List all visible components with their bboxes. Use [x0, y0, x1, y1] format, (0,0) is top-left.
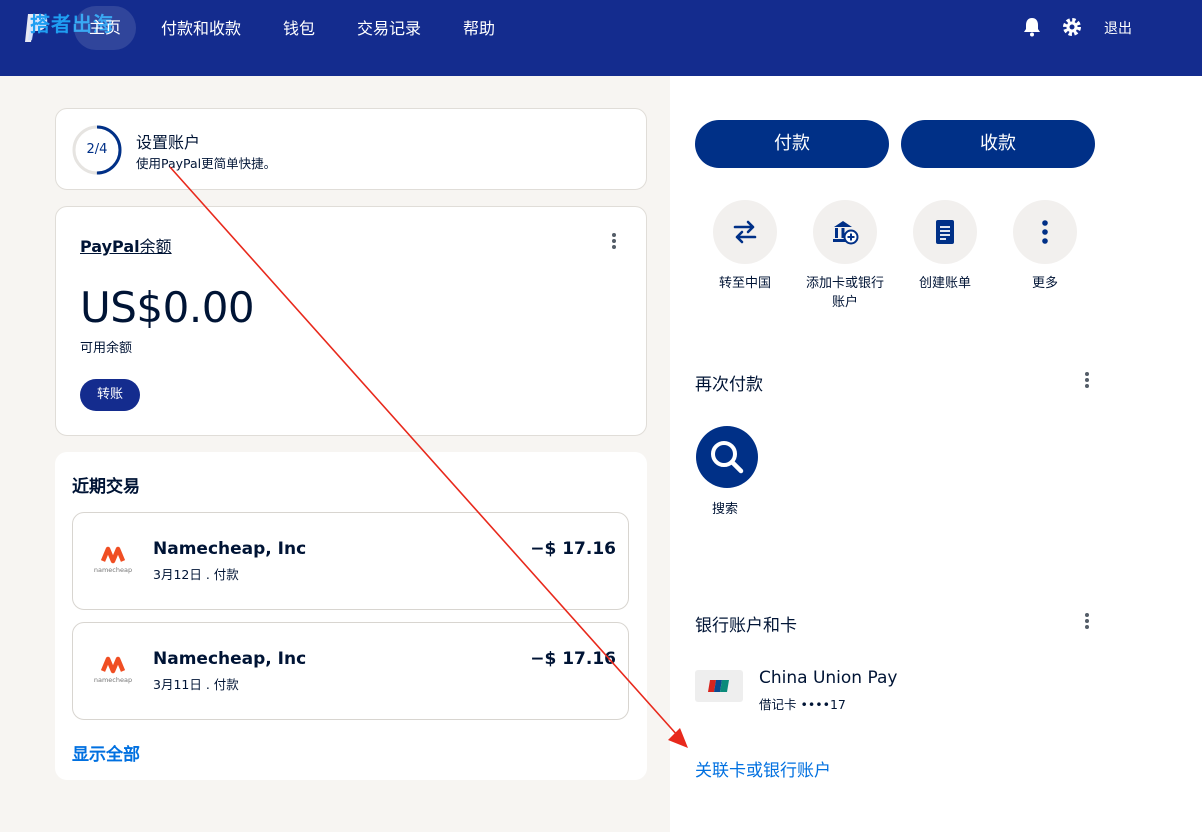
add-bank-icon	[833, 221, 859, 245]
banks-more-icon[interactable]	[1077, 611, 1097, 631]
balance-more-icon[interactable]	[604, 231, 624, 251]
quick-action-add-bank[interactable]: 添加卡或银行账户	[800, 200, 890, 312]
search-label: 搜索	[712, 502, 739, 517]
setup-account-card[interactable]: 2/4 设置账户 使用PayPal更简单快捷。	[55, 108, 647, 190]
setup-title: 设置账户	[136, 133, 201, 152]
transaction-amount: −$ 17.16	[530, 539, 616, 559]
quick-action-label: 转至中国	[718, 276, 771, 291]
bank-name[interactable]: China Union Pay	[759, 668, 897, 688]
top-nav: 搭者出海 主页 付款和收款 钱包 交易记录 帮助 退出	[0, 0, 1202, 76]
namecheap-logo-icon: namecheap	[93, 655, 133, 687]
nav-home[interactable]: 主页	[74, 6, 136, 50]
pay-button[interactable]: 付款	[695, 120, 889, 168]
quick-action-label: 添加卡或银行账户	[805, 276, 884, 310]
bell-icon[interactable]	[1021, 16, 1043, 38]
pay-again-more-icon[interactable]	[1077, 370, 1097, 390]
balance-title-brand: PayPal	[80, 237, 140, 256]
progress-text: 2/4	[86, 142, 108, 157]
nav-activity[interactable]: 交易记录	[357, 16, 421, 42]
pay-again-title: 再次付款	[695, 375, 763, 395]
quick-action-create-invoice[interactable]: 创建账单	[900, 200, 990, 293]
setup-subtitle: 使用PayPal更简单快捷。	[136, 156, 277, 171]
invoice-icon	[936, 220, 954, 244]
banks-cards-title: 银行账户和卡	[695, 616, 797, 636]
show-all-link[interactable]: 显示全部	[72, 740, 140, 765]
search-contact-button[interactable]	[696, 426, 758, 488]
quick-action-more[interactable]: 更多	[1000, 200, 1090, 293]
quick-action-label: 更多	[1031, 276, 1058, 291]
quick-action-label: 创建账单	[918, 276, 971, 291]
transaction-date: 3月12日 . 付款	[153, 567, 239, 582]
namecheap-logo-icon: namecheap	[93, 545, 133, 577]
nav-wallet[interactable]: 钱包	[283, 16, 315, 42]
logout-link[interactable]: 退出	[1104, 18, 1132, 38]
bank-card-detail: 借记卡 ••••17	[759, 697, 846, 712]
transaction-date: 3月11日 . 付款	[153, 677, 239, 692]
receive-button[interactable]: 收款	[901, 120, 1095, 168]
transfer-button[interactable]: 转账	[80, 379, 140, 411]
transfer-arrows-icon	[733, 220, 757, 244]
balance-title-suffix: 余额	[139, 237, 172, 256]
nav-payments[interactable]: 付款和收款	[161, 16, 241, 42]
transaction-amount: −$ 17.16	[530, 649, 616, 669]
left-column: 2/4 设置账户 使用PayPal更简单快捷。 PayPal余额 US$0.00…	[0, 76, 670, 832]
balance-label: 可用余额	[80, 341, 133, 356]
namecheap-logo-text: namecheap	[94, 676, 132, 684]
more-icon	[1042, 220, 1048, 244]
gear-icon[interactable]	[1061, 16, 1083, 38]
search-icon	[711, 441, 744, 474]
right-column: 付款 收款 转至中国 添加卡或银行账户 创建账单 更多 再次付款 搜索 银行账户…	[670, 76, 1202, 832]
unionpay-card-icon	[695, 670, 743, 702]
nav-help[interactable]: 帮助	[463, 16, 495, 42]
balance-amount: US$0.00	[80, 283, 255, 332]
balance-card: PayPal余额 US$0.00 可用余额 转账	[55, 206, 647, 436]
transaction-row[interactable]: namecheap Namecheap, Inc 3月11日 . 付款 −$ 1…	[72, 622, 629, 720]
recent-activity-card: 近期交易 namecheap Namecheap, Inc 3月12日 . 付款…	[55, 452, 647, 780]
namecheap-logo-text: namecheap	[94, 566, 132, 574]
transaction-name: Namecheap, Inc	[153, 539, 307, 559]
quick-action-transfer-china[interactable]: 转至中国	[700, 200, 790, 293]
link-card-or-bank-link[interactable]: 关联卡或银行账户	[695, 756, 831, 781]
transaction-row[interactable]: namecheap Namecheap, Inc 3月12日 . 付款 −$ 1…	[72, 512, 629, 610]
recent-title: 近期交易	[72, 477, 140, 497]
balance-title[interactable]: PayPal余额	[80, 233, 172, 257]
transaction-name: Namecheap, Inc	[153, 649, 307, 669]
